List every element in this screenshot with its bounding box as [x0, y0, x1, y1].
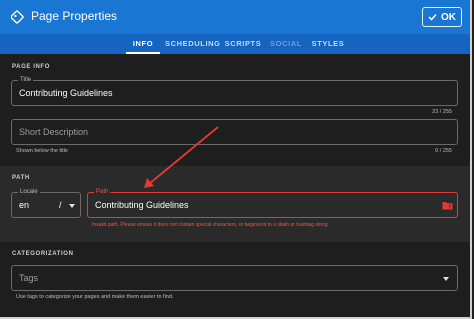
annotation-arrow [144, 126, 219, 188]
page-properties-dialog: Page Properties OK INFO SCHEDULING SCRIP… [0, 0, 472, 319]
